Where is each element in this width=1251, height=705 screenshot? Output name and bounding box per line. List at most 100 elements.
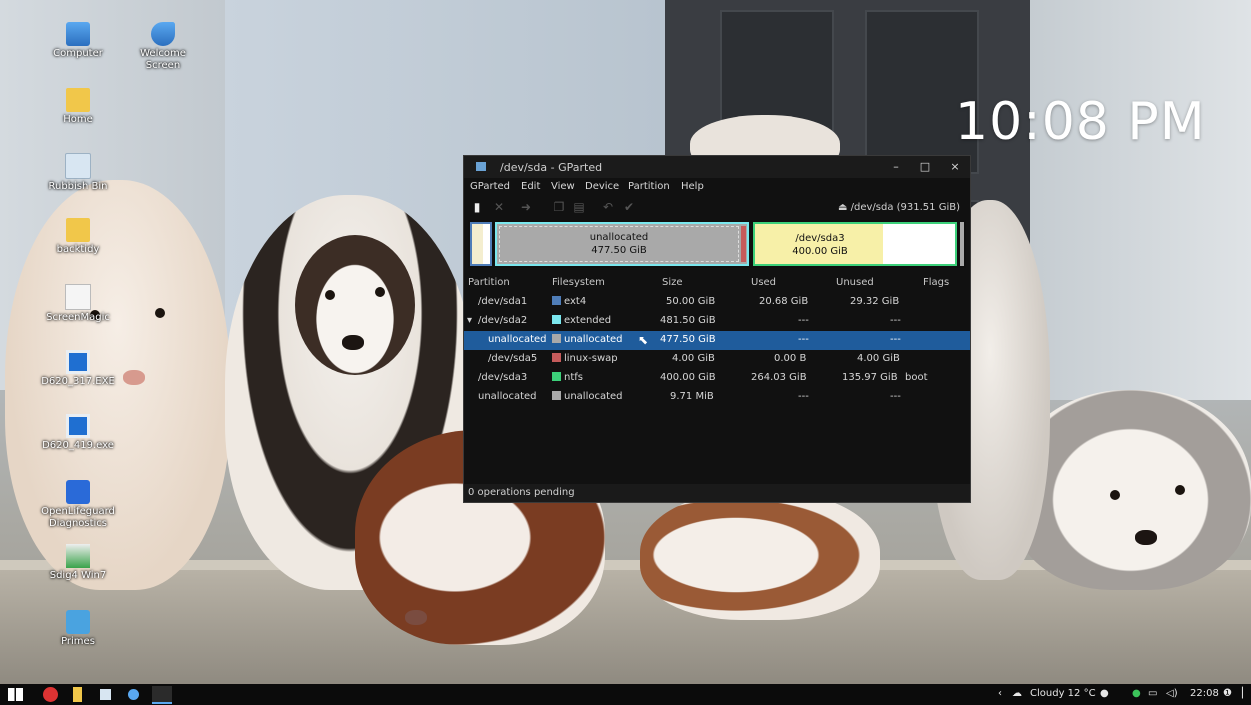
map-seg-unallocated[interactable]: unallocated 477.50 GiB: [499, 226, 739, 262]
apply-icon[interactable]: ✔: [622, 200, 636, 214]
col-unused[interactable]: Unused: [836, 277, 874, 288]
resize-move-icon[interactable]: ➜: [519, 200, 533, 214]
table-row[interactable]: unallocated unallocated 9.71 MiB --- ---: [464, 388, 970, 407]
menu-partition[interactable]: Partition: [628, 181, 670, 192]
map-seg-sda5[interactable]: [741, 226, 746, 262]
cell-partition: /dev/sda2: [478, 315, 528, 326]
vivaldi-icon[interactable]: [43, 687, 58, 702]
cell-used: 0.00 B: [774, 353, 807, 364]
copy-icon[interactable]: ❐: [552, 200, 566, 214]
map-seg-sda3[interactable]: /dev/sda3 400.00 GiB: [753, 222, 957, 266]
desktop-icon-backtidy[interactable]: backtidy: [38, 218, 118, 256]
cell-partition: unallocated: [478, 391, 537, 402]
delete-icon[interactable]: ✕: [492, 200, 506, 214]
store-icon[interactable]: [100, 689, 111, 700]
home-folder-icon: [66, 88, 90, 112]
gparted-taskbar-icon[interactable]: [152, 686, 172, 704]
weather-icon: ☁: [1012, 688, 1022, 699]
table-header: Partition Filesystem Size Used Unused Fl…: [464, 274, 970, 292]
fs-color-swatch: [552, 315, 561, 324]
app-icon: [66, 480, 90, 504]
paste-icon[interactable]: ▤: [572, 200, 586, 214]
menu-help[interactable]: Help: [681, 181, 704, 192]
cell-flags: boot: [905, 372, 928, 383]
wallpaper-step: [0, 570, 1251, 685]
files-icon[interactable]: [73, 687, 82, 702]
col-size[interactable]: Size: [662, 277, 683, 288]
desktop-icon-label: OpenLifeguard Diagnostics: [41, 506, 115, 529]
cell-unused: ---: [890, 391, 901, 402]
table-row[interactable]: ▾ /dev/sda2 extended 481.50 GiB --- ---: [464, 312, 970, 331]
col-partition[interactable]: Partition: [468, 277, 510, 288]
device-selector[interactable]: ⏏ /dev/sda (931.51 GiB): [838, 202, 960, 213]
desktop-icon-d620-317[interactable]: D620_317.EXE: [38, 350, 118, 388]
close-button[interactable]: ×: [945, 159, 965, 175]
computer-icon: [66, 22, 90, 46]
map-seg-sda1[interactable]: [470, 222, 492, 266]
new-partition-icon[interactable]: ▮: [470, 200, 484, 214]
maximize-button[interactable]: □: [915, 159, 935, 175]
col-flags[interactable]: Flags: [923, 277, 949, 288]
table-row-selected[interactable]: unallocated unallocated 477.50 GiB --- -…: [464, 331, 970, 350]
desktop-icon-label: Sdig4 Win7: [49, 570, 107, 581]
menu-device[interactable]: Device: [585, 181, 619, 192]
desktop-icon-primes[interactable]: Primes: [38, 610, 118, 648]
fs-color-swatch: [552, 334, 561, 343]
desktop-icon-openlifeguard[interactable]: OpenLifeguard Diagnostics: [38, 480, 118, 530]
map-unalloc-name: unallocated: [589, 232, 649, 243]
menu-gparted[interactable]: GParted: [470, 181, 510, 192]
taskbar-clock[interactable]: 22:08: [1190, 688, 1219, 699]
desktop-icon-welcome-screen[interactable]: Welcome Screen: [123, 22, 203, 72]
desktop-icon-d620-419[interactable]: D620_419.exe: [38, 414, 118, 452]
map-seg-extended[interactable]: unallocated 477.50 GiB: [495, 222, 749, 266]
expander-icon[interactable]: ▾: [467, 315, 472, 326]
table-row[interactable]: /dev/sda3 ntfs 400.00 GiB 264.03 GiB 135…: [464, 369, 970, 388]
desktop-icon-screenmagic[interactable]: ScreenMagic: [38, 284, 118, 324]
menu-edit[interactable]: Edit: [521, 181, 540, 192]
taskbar: ‹ ☁ Cloudy 12 °C ● ● ▭ ◁) 22:08 ❶ ▏: [0, 684, 1251, 705]
cell-size: 50.00 GiB: [666, 296, 716, 307]
cell-used: ---: [798, 315, 809, 326]
wallpaper-wall-right: [1030, 0, 1251, 400]
desktop-icon-label: Rubbish Bin: [48, 181, 108, 192]
col-used[interactable]: Used: [751, 277, 776, 288]
notification-bell-icon[interactable]: ●: [1100, 688, 1109, 699]
security-shield-icon[interactable]: ●: [1132, 688, 1141, 699]
cell-used: ---: [798, 391, 809, 402]
cell-unused: ---: [890, 334, 901, 345]
undo-icon[interactable]: ↶: [601, 200, 615, 214]
cell-size: 481.50 GiB: [660, 315, 716, 326]
cell-size: 9.71 MiB: [670, 391, 714, 402]
desktop-icon-sdig4[interactable]: Sdig4 Win7: [38, 544, 118, 582]
partition-map: unallocated 477.50 GiB /dev/sda3 400.00 …: [468, 220, 966, 268]
toolbar: ▮ ✕ ➜ ❐ ▤ ↶ ✔ ⏏ /dev/sda (931.51 GiB): [464, 196, 970, 218]
mouse-cursor-icon: ⬉: [638, 333, 649, 347]
volume-icon[interactable]: ◁): [1166, 688, 1178, 699]
cell-unused: 135.97 GiB: [842, 372, 898, 383]
desktop-icon-home[interactable]: Home: [38, 88, 118, 126]
window-titlebar[interactable]: /dev/sda - GParted – □ ×: [464, 156, 970, 178]
gparted-app-icon: [476, 162, 486, 171]
gparted-window[interactable]: /dev/sda - GParted – □ × GParted Edit Vi…: [463, 155, 971, 503]
document-icon: [65, 284, 91, 310]
fs-color-swatch: [552, 372, 561, 381]
menubar: GParted Edit View Device Partition Help: [464, 178, 970, 196]
table-row[interactable]: /dev/sda1 ext4 50.00 GiB 20.68 GiB 29.32…: [464, 293, 970, 312]
notifications-icon[interactable]: ❶: [1223, 688, 1232, 699]
settings-icon[interactable]: [128, 689, 139, 700]
cell-partition: /dev/sda1: [478, 296, 528, 307]
table-row[interactable]: /dev/sda5 linux-swap 4.00 GiB 0.00 B 4.0…: [464, 350, 970, 369]
tray-expand-icon[interactable]: ‹: [998, 688, 1002, 699]
start-menu-icon[interactable]: [8, 688, 23, 701]
desktop-icon-rubbish-bin[interactable]: Rubbish Bin: [38, 153, 118, 193]
desktop-icon-computer[interactable]: Computer: [38, 22, 118, 60]
col-filesystem[interactable]: Filesystem: [552, 277, 605, 288]
weather-text[interactable]: Cloudy 12 °C: [1030, 688, 1096, 699]
disk-icon: ⏏: [837, 202, 851, 213]
show-desktop-icon[interactable]: ▏: [1242, 688, 1250, 699]
installer-icon: [66, 544, 90, 568]
menu-view[interactable]: View: [551, 181, 575, 192]
minimize-button[interactable]: –: [886, 159, 906, 175]
network-icon[interactable]: ▭: [1148, 688, 1157, 699]
cell-used: 20.68 GiB: [759, 296, 809, 307]
